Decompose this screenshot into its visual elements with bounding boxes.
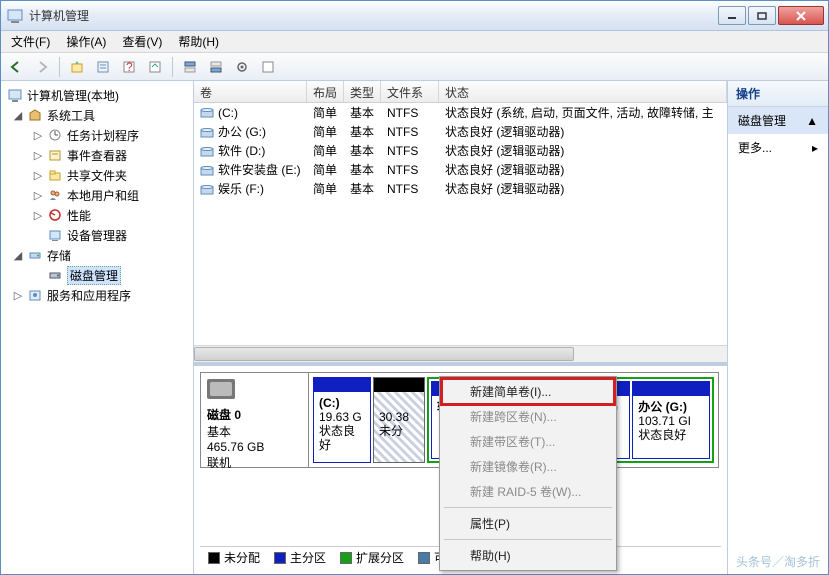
- ctx-new-raid5-volume: 新建 RAID-5 卷(W)...: [442, 479, 614, 504]
- menu-file[interactable]: 文件(F): [5, 31, 56, 52]
- col-type[interactable]: 类型: [344, 81, 381, 102]
- disk-icon: [207, 379, 235, 399]
- menu-help[interactable]: 帮助(H): [172, 31, 225, 52]
- view-top-button[interactable]: [179, 56, 201, 78]
- col-volume[interactable]: 卷: [194, 81, 307, 102]
- partition-unallocated[interactable]: 30.38未分: [373, 377, 425, 463]
- view-bottom-button[interactable]: [205, 56, 227, 78]
- export-button[interactable]: [144, 56, 166, 78]
- volume-row[interactable]: 娱乐 (F:)简单基本NTFS状态良好 (逻辑驱动器): [194, 179, 727, 198]
- ctx-new-mirror-volume: 新建镜像卷(R)...: [442, 454, 614, 479]
- disk-info[interactable]: 磁盘 0 基本 465.76 GB 联机: [201, 373, 309, 467]
- up-button[interactable]: [66, 56, 88, 78]
- tree-services[interactable]: ▷服务和应用程序: [1, 285, 193, 305]
- tree-task[interactable]: ▷任务计划程序: [1, 125, 193, 145]
- tree-perf[interactable]: ▷性能: [1, 205, 193, 225]
- col-status[interactable]: 状态: [439, 81, 727, 102]
- chevron-right-icon: ▸: [812, 141, 818, 155]
- volume-row[interactable]: 软件 (D:)简单基本NTFS状态良好 (逻辑驱动器): [194, 141, 727, 160]
- action-diskmgr[interactable]: 磁盘管理▲: [728, 107, 828, 134]
- app-window: 计算机管理 文件(F) 操作(A) 查看(V) 帮助(H) ? 计算机管理(本地…: [0, 0, 829, 575]
- ctx-new-simple-volume[interactable]: 新建简单卷(I)...: [442, 379, 614, 404]
- forward-button[interactable]: [31, 56, 53, 78]
- back-button[interactable]: [5, 56, 27, 78]
- col-layout[interactable]: 布局: [307, 81, 344, 102]
- menu-action[interactable]: 操作(A): [60, 31, 112, 52]
- refresh-button[interactable]: ?: [118, 56, 140, 78]
- ctx-properties[interactable]: 属性(P): [442, 511, 614, 536]
- volume-row[interactable]: 办公 (G:)简单基本NTFS状态良好 (逻辑驱动器): [194, 122, 727, 141]
- actions-pane: 操作 磁盘管理▲ 更多...▸: [728, 81, 828, 574]
- tree-diskmgr[interactable]: 磁盘管理: [1, 265, 193, 285]
- volume-row[interactable]: (C:)简单基本NTFS状态良好 (系统, 启动, 页面文件, 活动, 故障转储…: [194, 103, 727, 122]
- menubar: 文件(F) 操作(A) 查看(V) 帮助(H): [1, 31, 828, 53]
- context-menu: 新建简单卷(I)... 新建跨区卷(N)... 新建带区卷(T)... 新建镜像…: [439, 376, 617, 571]
- titlebar: 计算机管理: [1, 1, 828, 31]
- app-icon: [7, 8, 23, 24]
- volume-list-header: 卷 布局 类型 文件系统 状态: [194, 81, 727, 103]
- menu-view[interactable]: 查看(V): [116, 31, 168, 52]
- tree-storage[interactable]: ◢存储: [1, 245, 193, 265]
- settings-button[interactable]: [231, 56, 253, 78]
- properties-button[interactable]: [92, 56, 114, 78]
- tree-users[interactable]: ▷本地用户和组: [1, 185, 193, 205]
- tree-systools[interactable]: ◢系统工具: [1, 105, 193, 125]
- action-more[interactable]: 更多...▸: [728, 134, 828, 161]
- actions-header: 操作: [728, 81, 828, 107]
- window-title: 计算机管理: [29, 7, 718, 24]
- watermark: 头条号／淘多折: [736, 553, 820, 570]
- partition-c[interactable]: (C:)19.63 G状态良好: [313, 377, 371, 463]
- help-button[interactable]: [257, 56, 279, 78]
- tree-devmgr[interactable]: 设备管理器: [1, 225, 193, 245]
- ctx-new-span-volume: 新建跨区卷(N)...: [442, 404, 614, 429]
- ctx-help[interactable]: 帮助(H): [442, 543, 614, 568]
- tree-root[interactable]: 计算机管理(本地): [1, 85, 193, 105]
- col-fs[interactable]: 文件系统: [381, 81, 439, 102]
- volume-list: (C:)简单基本NTFS状态良好 (系统, 启动, 页面文件, 活动, 故障转储…: [194, 103, 727, 198]
- close-button[interactable]: [778, 6, 824, 25]
- maximize-button[interactable]: [748, 6, 776, 25]
- collapse-icon: ▲: [806, 114, 818, 128]
- toolbar: ?: [1, 53, 828, 81]
- tree-event[interactable]: ▷事件查看器: [1, 145, 193, 165]
- partition-g[interactable]: 办公 (G:)103.71 GI状态良好: [632, 381, 710, 459]
- tree-shared[interactable]: ▷共享文件夹: [1, 165, 193, 185]
- horizontal-scrollbar[interactable]: [194, 345, 727, 362]
- volume-row[interactable]: 软件安装盘 (E:)简单基本NTFS状态良好 (逻辑驱动器): [194, 160, 727, 179]
- tree-pane: 计算机管理(本地) ◢系统工具 ▷任务计划程序 ▷事件查看器 ▷共享文件夹 ▷本…: [1, 81, 194, 574]
- svg-text:?: ?: [126, 60, 133, 74]
- minimize-button[interactable]: [718, 6, 746, 25]
- ctx-new-stripe-volume: 新建带区卷(T)...: [442, 429, 614, 454]
